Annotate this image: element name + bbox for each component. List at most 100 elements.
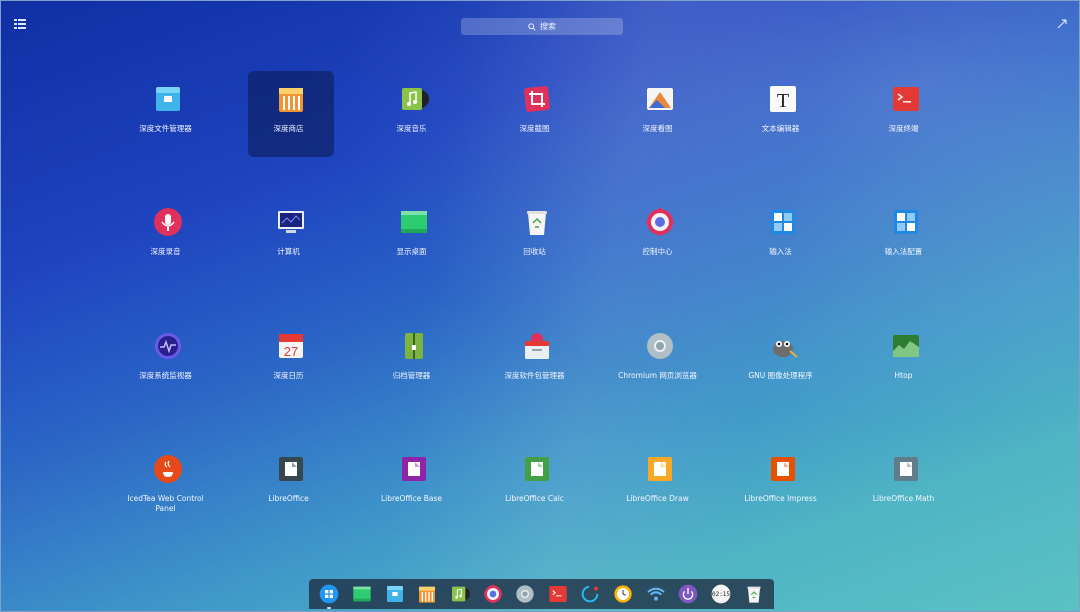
system-monitor-icon <box>153 331 183 361</box>
chromium-icon <box>645 331 675 361</box>
terminal-icon <box>891 84 921 114</box>
app-tile[interactable]: 归档管理器 <box>371 318 457 404</box>
app-label: 深度看图 <box>642 124 673 133</box>
dock-chromium-icon[interactable] <box>515 584 535 604</box>
file-manager-icon <box>153 84 183 114</box>
text-editor-icon: T <box>768 84 798 114</box>
libreoffice-draw-icon <box>645 454 675 484</box>
app-label: LibreOffice Math <box>872 494 935 503</box>
dock-control-center-icon[interactable] <box>483 584 503 604</box>
dock-clock-icon[interactable] <box>613 584 633 604</box>
app-tile[interactable]: 计算机 <box>248 194 334 280</box>
dock-loading-icon[interactable] <box>580 584 600 604</box>
dock-time-icon[interactable]: 02:15 <box>711 584 731 604</box>
dock-store-icon[interactable] <box>417 584 437 604</box>
app-label: IcedTea Web Control Panel <box>127 494 204 513</box>
input-method-icon <box>768 207 798 237</box>
app-tile[interactable]: 深度商店 <box>248 71 334 157</box>
show-desktop-icon <box>399 207 429 237</box>
app-tile[interactable]: 深度软件包管理器 <box>494 318 580 404</box>
app-label: LibreOffice Draw <box>626 494 689 503</box>
app-label: LibreOffice Impress <box>744 494 817 503</box>
libreoffice-math-icon <box>891 454 921 484</box>
app-label: 控制中心 <box>642 247 673 256</box>
dock-wifi-icon[interactable] <box>646 584 666 604</box>
svg-text:27: 27 <box>284 344 298 359</box>
app-label: 显示桌面 <box>396 247 427 256</box>
image-viewer-icon <box>645 84 675 114</box>
app-label: 深度录音 <box>150 247 181 256</box>
dock-trash-icon[interactable] <box>744 584 764 604</box>
dock-launcher-icon[interactable] <box>319 584 339 609</box>
app-tile[interactable]: 深度文件管理器 <box>125 71 211 157</box>
dock-terminal-icon[interactable] <box>548 584 568 604</box>
app-tile[interactable]: 深度截图 <box>494 71 580 157</box>
archive-icon <box>399 331 429 361</box>
app-tile[interactable]: LibreOffice Math <box>863 441 949 527</box>
app-tile[interactable]: 深度看图 <box>617 71 703 157</box>
computer-icon <box>276 207 306 237</box>
app-label: Chromium 网页浏览器 <box>618 371 697 380</box>
calendar-icon: 27 <box>276 331 306 361</box>
app-tile[interactable]: 27 深度日历 <box>248 318 334 404</box>
app-tile[interactable]: 深度音乐 <box>371 71 457 157</box>
app-label: 归档管理器 <box>392 371 431 380</box>
app-tile[interactable]: 显示桌面 <box>371 194 457 280</box>
app-tile[interactable]: 控制中心 <box>617 194 703 280</box>
app-label: 深度终端 <box>888 124 919 133</box>
app-tile[interactable]: Chromium 网页浏览器 <box>617 318 703 404</box>
app-label: 深度软件包管理器 <box>504 371 565 380</box>
app-tile[interactable]: 回收站 <box>494 194 580 280</box>
htop-icon <box>891 331 921 361</box>
app-tile[interactable]: T 文本编辑器 <box>740 71 826 157</box>
libreoffice-calc-icon <box>522 454 552 484</box>
microphone-icon <box>153 207 183 237</box>
app-label: 回收站 <box>523 247 546 256</box>
svg-text:T: T <box>777 90 789 112</box>
app-tile[interactable]: LibreOffice Draw <box>617 441 703 527</box>
music-icon <box>399 84 429 114</box>
dock-file-manager-icon[interactable] <box>385 584 405 604</box>
trash-icon <box>522 207 552 237</box>
app-label: LibreOffice Calc <box>505 494 564 503</box>
app-tile[interactable]: IcedTea Web Control Panel <box>125 441 211 527</box>
app-label: 深度商店 <box>273 124 304 133</box>
app-tile[interactable]: 深度终端 <box>863 71 949 157</box>
app-tile[interactable]: 深度系统监视器 <box>125 318 211 404</box>
app-tile[interactable]: LibreOffice Base <box>371 441 457 527</box>
package-manager-icon <box>522 331 552 361</box>
app-grid: 深度文件管理器 深度商店 深度音乐 深度截图 深度看图 T 文本编辑器 深度终端深度录音 计算机… <box>0 0 1080 612</box>
app-label: 深度日历 <box>273 371 304 380</box>
app-tile[interactable]: 输入法配置 <box>863 194 949 280</box>
app-label: LibreOffice Base <box>380 494 443 503</box>
dock-active-indicator <box>327 607 332 609</box>
app-tile[interactable]: Htop <box>863 318 949 404</box>
dock: 02:15 <box>309 579 774 609</box>
dock-time-label: 02:15 <box>711 590 731 598</box>
app-tile[interactable]: LibreOffice <box>248 441 334 527</box>
app-label: 计算机 <box>277 247 300 256</box>
app-label: 文本编辑器 <box>761 124 800 133</box>
app-label: 深度系统监视器 <box>139 371 192 380</box>
app-label: 深度文件管理器 <box>139 124 192 133</box>
app-label: 输入法配置 <box>884 247 923 256</box>
app-tile[interactable]: GNU 图像处理程序 <box>740 318 826 404</box>
control-center-icon <box>645 207 675 237</box>
store-icon <box>276 84 306 114</box>
gimp-icon <box>768 331 798 361</box>
app-tile[interactable]: LibreOffice Impress <box>740 441 826 527</box>
app-label: Htop <box>894 371 913 380</box>
libreoffice-base-icon <box>399 454 429 484</box>
dock-music-icon[interactable] <box>450 584 470 604</box>
input-method-config-icon <box>891 207 921 237</box>
app-label: 深度音乐 <box>396 124 427 133</box>
dock-power-icon[interactable] <box>678 584 698 604</box>
dock-show-desktop-icon[interactable] <box>352 584 372 604</box>
app-label: LibreOffice <box>268 494 309 503</box>
app-tile[interactable]: 输入法 <box>740 194 826 280</box>
screenshot-icon <box>522 84 552 114</box>
app-label: GNU 图像处理程序 <box>748 371 813 380</box>
app-tile[interactable]: LibreOffice Calc <box>494 441 580 527</box>
app-tile[interactable]: 深度录音 <box>125 194 211 280</box>
libreoffice-impress-icon <box>768 454 798 484</box>
